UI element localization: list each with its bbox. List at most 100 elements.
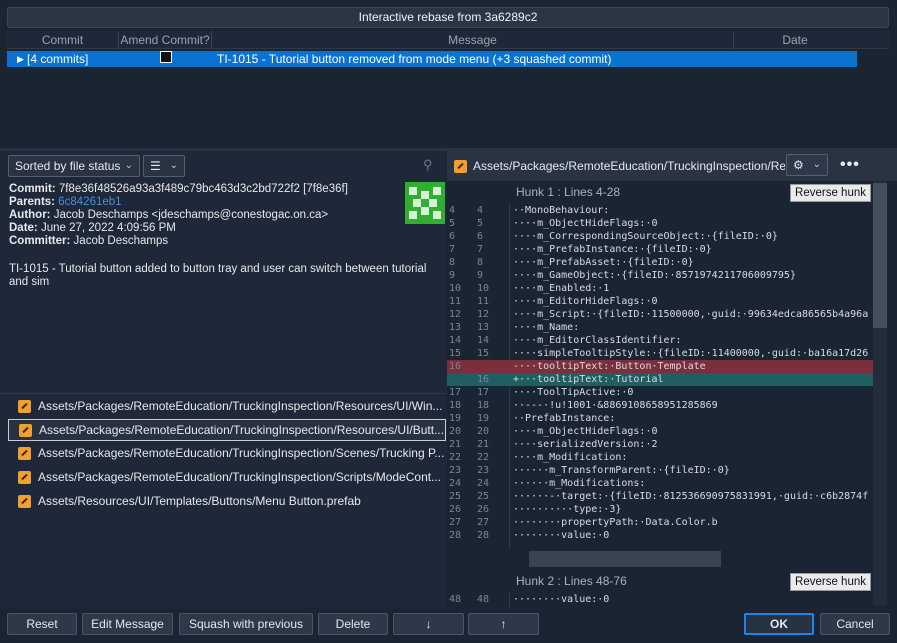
diff-line[interactable]: 21 21 ····serializedVersion:·2: [447, 438, 873, 451]
modified-file-icon: [18, 471, 31, 484]
diff-line[interactable]: 8 8 ····m_PrefabAsset:·{fileID:·0}: [447, 256, 873, 269]
old-line-number: 48: [449, 594, 462, 605]
modified-file-icon: [454, 160, 467, 173]
diff-line[interactable]: 4 4 ··MonoBehaviour:: [447, 204, 873, 217]
parent-hash-link[interactable]: 6c84261eb1: [58, 196, 121, 208]
new-line-number: 7: [477, 244, 484, 255]
code-text: ··---·!u!1001·&8869108658951285869: [513, 400, 718, 411]
diff-settings-dropdown[interactable]: ⚙ ⌄: [786, 154, 828, 176]
old-line-number: 11: [449, 296, 462, 307]
modified-file-icon: [18, 495, 31, 508]
date-value: June 27, 2022 4:09:56 PM: [40, 222, 176, 234]
diff-line[interactable]: 22 22 ····m_Modification:: [447, 451, 873, 464]
column-header-message[interactable]: Message: [212, 31, 734, 49]
file-list-item[interactable]: Assets/Packages/RemoteEducation/Trucking…: [8, 467, 446, 489]
cancel-button[interactable]: Cancel: [820, 613, 890, 635]
ok-button[interactable]: OK: [744, 613, 814, 635]
author-value: Jacob Deschamps <jdeschamps@conestogac.o…: [53, 209, 329, 221]
diff-panel: Assets/Packages/RemoteEducation/Trucking…: [447, 151, 897, 607]
diff-line[interactable]: 5 5 ····m_ObjectHideFlags:·0: [447, 217, 873, 230]
date-label: Date:: [9, 222, 38, 234]
old-line-number: 18: [449, 400, 462, 411]
diff-line[interactable]: 14 14 ····m_EditorClassIdentifier:: [447, 334, 873, 347]
chevron-down-icon: ⌄: [169, 160, 178, 171]
commit-metadata: Commit: 7f8e36f48526a93a3f489c79bc463d3c…: [9, 183, 404, 248]
new-line-number: 21: [477, 439, 490, 450]
horizontal-scrollbar[interactable]: [529, 551, 721, 567]
diff-line[interactable]: 28 28 ········value:·0: [447, 529, 873, 542]
squash-with-previous-button[interactable]: Squash with previous: [179, 613, 313, 635]
diff-line[interactable]: 18 18 ··---·!u!1001·&8869108658951285869: [447, 399, 873, 412]
new-line-number: 27: [477, 517, 490, 528]
old-line-number: 8: [449, 257, 456, 268]
search-icon[interactable]: ⚲: [423, 157, 433, 173]
column-header-date[interactable]: Date: [734, 31, 856, 49]
diff-line-added[interactable]: 16 +···tooltipText:·Tutorial: [447, 373, 873, 386]
file-path: Assets/Packages/RemoteEducation/Trucking…: [38, 399, 443, 413]
old-line-number: 22: [449, 452, 462, 463]
diff-line[interactable]: 20 20 ····m_ObjectHideFlags:·0: [447, 425, 873, 438]
diff-line[interactable]: 17 17 ····ToolTipActive:·0: [447, 386, 873, 399]
code-text: ····m_Modification:: [513, 452, 628, 463]
reverse-hunk-1-button[interactable]: Reverse hunk: [790, 184, 871, 202]
diff-line[interactable]: 6 6 ····m_CorrespondingSourceObject:·{file…: [447, 230, 873, 243]
diff-line[interactable]: 7 7 ····m_PrefabInstance:·{fileID:·0}: [447, 243, 873, 256]
old-line-number: 4: [449, 205, 456, 216]
code-text: ······-·target:·{fileID:·812536690975831…: [513, 491, 869, 502]
diff-line[interactable]: 48 48 ········value:·0: [447, 593, 873, 606]
diff-line[interactable]: 12 12 ····m_Script:·{fileID:·11500000,·gui…: [447, 308, 873, 321]
move-down-button[interactable]: ↓: [393, 613, 464, 635]
old-line-number: 12: [449, 309, 462, 320]
diff-line[interactable]: 23 23 ······m_TransformParent:·{fileID:·0}: [447, 464, 873, 477]
code-text: ········propertyPath:·Data.Color.b: [513, 517, 718, 528]
modified-file-icon: [19, 424, 32, 437]
diff-file-path: Assets/Packages/RemoteEducation/Trucking…: [473, 159, 785, 173]
code-text: ········value:·0: [513, 530, 610, 541]
old-line-number: 27: [449, 517, 462, 528]
vertical-scrollbar-thumb[interactable]: [873, 183, 887, 328]
commit-row[interactable]: ▶ [4 commits] TI-1015 - Tutorial button …: [7, 51, 857, 67]
diff-line[interactable]: 27 27 ········propertyPath:·Data.Color.b: [447, 516, 873, 529]
new-line-number: 28: [477, 530, 490, 541]
hunk-1-code: 4 4 ··MonoBehaviour: 5 5 ····m_ObjectHideFlag…: [447, 204, 873, 548]
amend-checkbox[interactable]: [160, 51, 172, 63]
code-text: ····simpleTooltipStyle:·{fileID:·1140000…: [513, 348, 869, 359]
file-list-item[interactable]: Assets/Packages/RemoteEducation/Trucking…: [8, 396, 446, 418]
delete-button[interactable]: Delete: [318, 613, 388, 635]
column-header-amend[interactable]: Amend Commit?: [119, 31, 212, 49]
old-line-number: 15: [449, 348, 462, 359]
author-label: Author:: [9, 209, 51, 221]
diff-line[interactable]: 9 9 ····m_GameObject:·{fileID:·85719742117…: [447, 269, 873, 282]
more-options-icon[interactable]: •••: [840, 156, 860, 174]
file-path: Assets/Packages/RemoteEducation/Trucking…: [39, 423, 445, 437]
file-list-item[interactable]: Assets/Resources/UI/Templates/Buttons/Me…: [8, 491, 446, 513]
old-line-number: 23: [449, 465, 462, 476]
diff-line-removed[interactable]: 16 -···tooltipText:·Button·Template: [447, 360, 873, 373]
reset-button[interactable]: Reset: [7, 613, 77, 635]
diff-line[interactable]: 13 13 ····m_Name:: [447, 321, 873, 334]
reverse-hunk-2-button[interactable]: Reverse hunk: [790, 573, 871, 591]
expand-arrow-icon[interactable]: ▶: [17, 51, 24, 67]
hunk-2-header: Hunk 2 : Lines 48-76 Reverse hunk: [447, 571, 873, 591]
commit-list-empty-area: [0, 70, 897, 148]
diff-line[interactable]: 15 15 ····simpleTooltipStyle:·{fileID:·114…: [447, 347, 873, 360]
diff-line[interactable]: 19 19 ··PrefabInstance:: [447, 412, 873, 425]
diff-line[interactable]: 10 10 ····m_Enabled:·1: [447, 282, 873, 295]
old-line-number: 16: [449, 361, 462, 372]
file-list-item-selected[interactable]: Assets/Packages/RemoteEducation/Trucking…: [8, 419, 446, 441]
column-header-commit[interactable]: Commit: [7, 31, 119, 49]
file-path: Assets/Packages/RemoteEducation/Trucking…: [38, 470, 442, 484]
diff-line[interactable]: 24 24 ······m_Modifications:: [447, 477, 873, 490]
sort-dropdown[interactable]: Sorted by file status ⌄: [8, 155, 140, 177]
edit-message-button[interactable]: Edit Message: [82, 613, 173, 635]
diff-line[interactable]: 26 26 ··········type:·3}: [447, 503, 873, 516]
file-list-item[interactable]: Assets/Packages/RemoteEducation/Trucking…: [8, 443, 446, 465]
code-text: ····ToolTipActive:·0: [513, 387, 634, 398]
diff-line[interactable]: 25 25 ······-·target:·{fileID:·81253669097…: [447, 490, 873, 503]
move-up-button[interactable]: ↑: [468, 613, 539, 635]
view-mode-dropdown[interactable]: ☰ ⌄: [143, 155, 185, 177]
new-line-number: 17: [477, 387, 490, 398]
modified-file-icon: [18, 400, 31, 413]
parents-label: Parents:: [9, 196, 56, 208]
diff-line[interactable]: 11 11 ····m_EditorHideFlags:·0: [447, 295, 873, 308]
